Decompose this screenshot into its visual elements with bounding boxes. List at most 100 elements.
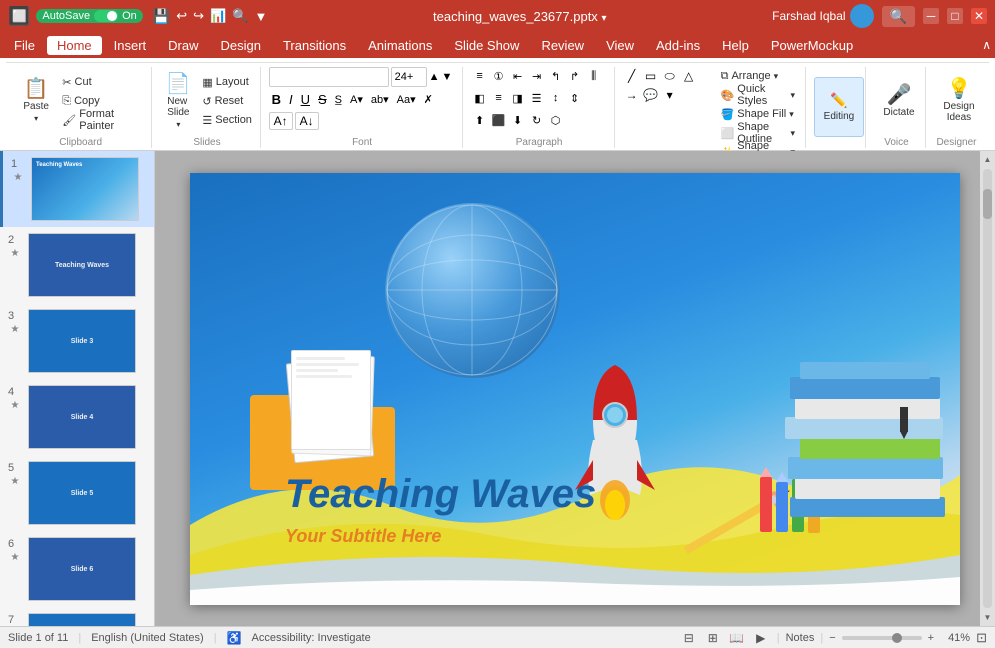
- zoom-out-button[interactable]: −: [829, 632, 835, 644]
- font-color-button[interactable]: A▾: [347, 92, 366, 107]
- notes-button[interactable]: Notes: [786, 632, 815, 644]
- autosave-badge[interactable]: AutoSave On: [36, 9, 142, 23]
- font-highlight-button[interactable]: ab▾: [368, 92, 392, 107]
- menu-help[interactable]: Help: [712, 36, 759, 55]
- slide-canvas[interactable]: Teaching Waves Your Subtitle Here: [190, 173, 960, 605]
- normal-view-button[interactable]: ⊟: [679, 630, 699, 646]
- new-slide-arrow[interactable]: ▾: [176, 120, 180, 129]
- slide-subtitle[interactable]: Your Subtitle Here: [285, 526, 441, 547]
- shape-oval[interactable]: ⬭: [661, 67, 679, 85]
- shape-rect[interactable]: ▭: [642, 67, 660, 85]
- zoom-level[interactable]: 41%: [940, 632, 970, 644]
- shape-arrow[interactable]: →: [623, 86, 641, 104]
- undo-icon[interactable]: ↩: [176, 8, 187, 24]
- slide-thumb-6[interactable]: 6 ★ Slide 6: [0, 531, 154, 607]
- paste-button[interactable]: 📋 Paste ▾: [16, 71, 56, 131]
- ltr-button[interactable]: ↱: [566, 67, 584, 85]
- scroll-down-button[interactable]: ▼: [982, 611, 994, 624]
- font-name-input[interactable]: [269, 67, 389, 87]
- scroll-thumb[interactable]: [983, 189, 992, 219]
- search-icon[interactable]: 🔍: [232, 8, 248, 24]
- scroll-up-button[interactable]: ▲: [982, 153, 994, 166]
- slide-thumb-3[interactable]: 3 ★ Slide 3: [0, 303, 154, 379]
- text-direction-button[interactable]: ↻: [528, 111, 546, 129]
- shadow-button[interactable]: S̲: [332, 93, 345, 107]
- numbering-button[interactable]: ①: [490, 67, 508, 85]
- quick-styles-button[interactable]: 🎨 Quick Styles▾: [717, 86, 799, 104]
- minimize-button[interactable]: ─: [923, 8, 939, 24]
- line-spacing-button[interactable]: ↕: [547, 89, 565, 107]
- menu-animations[interactable]: Animations: [358, 36, 442, 55]
- menu-home[interactable]: Home: [47, 36, 102, 55]
- menu-file[interactable]: File: [4, 36, 45, 55]
- menu-powermockup[interactable]: PowerMockup: [761, 36, 863, 55]
- reset-button[interactable]: ↺Reset: [198, 92, 256, 110]
- clear-format-button[interactable]: ✗: [421, 92, 436, 107]
- redo-icon[interactable]: ↪: [193, 8, 204, 24]
- slide-thumb-4[interactable]: 4 ★ Slide 4: [0, 379, 154, 455]
- new-slide-button[interactable]: 📄 New Slide ▾: [160, 71, 196, 131]
- columns-button[interactable]: ⫼: [585, 67, 603, 85]
- valign-mid-button[interactable]: ⬛: [490, 111, 508, 129]
- editing-button[interactable]: ✏️ Editing: [814, 77, 864, 137]
- shape-callout[interactable]: 💬: [642, 86, 660, 104]
- design-ideas-button[interactable]: 💡 Design Ideas: [934, 71, 984, 131]
- reading-view-button[interactable]: 📖: [727, 630, 747, 646]
- bullets-button[interactable]: ≡: [471, 67, 489, 85]
- close-button[interactable]: ✕: [971, 8, 987, 24]
- save-icon[interactable]: 💾: [153, 8, 170, 25]
- dictate-button[interactable]: 🎤 Dictate: [874, 71, 924, 131]
- layout-button[interactable]: ▦Layout: [198, 73, 256, 91]
- shape-triangle[interactable]: △: [680, 67, 698, 85]
- smartart-button[interactable]: ⬡: [547, 111, 565, 129]
- zoom-slider[interactable]: [842, 636, 922, 640]
- more-tools-icon[interactable]: ▼: [254, 9, 267, 24]
- font-size-input[interactable]: [391, 67, 427, 87]
- autosave-toggle[interactable]: [94, 10, 118, 22]
- decrease-indent-button[interactable]: ⇤: [509, 67, 527, 85]
- zoom-in-button[interactable]: +: [928, 632, 934, 644]
- bold-button[interactable]: B: [269, 91, 284, 108]
- accessibility-info[interactable]: Accessibility: Investigate: [252, 632, 371, 644]
- slide-title[interactable]: Teaching Waves: [285, 472, 596, 517]
- present-icon[interactable]: 📊: [210, 8, 226, 24]
- slide-thumb-7[interactable]: 7 ★ Slide 7: [0, 607, 154, 626]
- decrease-font-button[interactable]: A↓: [295, 112, 319, 130]
- ribbon-collapse-icon[interactable]: ∧: [982, 38, 991, 52]
- increase-font-button[interactable]: A↑: [269, 112, 293, 130]
- slide-thumb-5[interactable]: 5 ★ Slide 5: [0, 455, 154, 531]
- increase-indent-button[interactable]: ⇥: [528, 67, 546, 85]
- format-painter-button[interactable]: 🖌Format Painter: [58, 111, 145, 129]
- slide-thumb-1[interactable]: 1 ★ Teaching Waves: [0, 151, 154, 227]
- menu-insert[interactable]: Insert: [104, 36, 157, 55]
- slide-thumb-2[interactable]: 2 ★ Teaching Waves: [0, 227, 154, 303]
- presenter-view-button[interactable]: ▶: [751, 630, 771, 646]
- align-center-button[interactable]: ≡: [490, 89, 508, 107]
- menu-design[interactable]: Design: [211, 36, 271, 55]
- menu-review[interactable]: Review: [531, 36, 594, 55]
- para-spacing-button[interactable]: ⇕: [566, 89, 584, 107]
- menu-draw[interactable]: Draw: [158, 36, 208, 55]
- section-button[interactable]: ☰Section: [198, 111, 256, 129]
- justify-button[interactable]: ☰: [528, 89, 546, 107]
- align-right-button[interactable]: ◨: [509, 89, 527, 107]
- menu-addins[interactable]: Add-ins: [646, 36, 710, 55]
- change-case-button[interactable]: Aa▾: [394, 92, 419, 107]
- valign-top-button[interactable]: ⬆: [471, 111, 489, 129]
- valign-bottom-button[interactable]: ⬇: [509, 111, 527, 129]
- menu-transitions[interactable]: Transitions: [273, 36, 356, 55]
- rtl-button[interactable]: ↰: [547, 67, 565, 85]
- strikethrough-button[interactable]: S: [315, 91, 330, 108]
- cut-button[interactable]: ✂Cut: [58, 73, 145, 91]
- menu-view[interactable]: View: [596, 36, 644, 55]
- fit-slide-button[interactable]: ⊡: [976, 630, 987, 646]
- font-size-up-icon[interactable]: ▲: [429, 71, 440, 83]
- paste-arrow[interactable]: ▾: [34, 114, 38, 123]
- font-size-down-icon[interactable]: ▼: [441, 71, 452, 83]
- shape-line[interactable]: ╱: [623, 67, 641, 85]
- align-left-button[interactable]: ◧: [471, 89, 489, 107]
- search-bar-icon[interactable]: 🔍: [882, 6, 915, 27]
- italic-button[interactable]: I: [286, 91, 296, 108]
- underline-button[interactable]: U: [298, 91, 313, 108]
- menu-slideshow[interactable]: Slide Show: [444, 36, 529, 55]
